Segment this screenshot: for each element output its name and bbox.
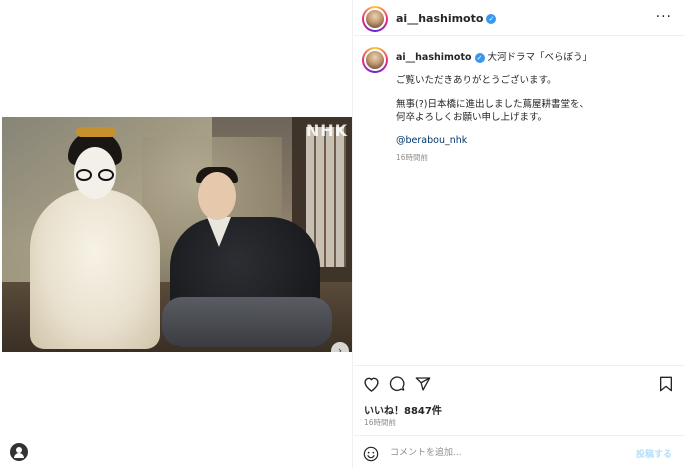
post-caption: ai__hashimoto ✓ 大河ドラマ「べらぼう」 ご覧いただきありがとうござい… — [396, 51, 676, 162]
post-header: ai__hashimoto ✓ ··· — [354, 0, 684, 36]
emoji-icon[interactable] — [363, 446, 379, 462]
caption-line: ご覧いただきありがとうございます。 — [396, 75, 557, 86]
bookmark-icon[interactable] — [659, 376, 673, 392]
post-sidebar: ai__hashimoto ✓ ··· ai__hashimoto ✓ 大河ドラマ「べ… — [354, 0, 684, 468]
post-actions: いいね！8847件 16時間前 投稿する — [354, 365, 684, 468]
comment-bar: 投稿する — [354, 435, 684, 468]
post-photo[interactable]: NHK › — [2, 117, 352, 352]
comment-icon[interactable] — [389, 376, 405, 392]
author-username[interactable]: ai__hashimoto ✓ — [396, 12, 497, 25]
post-timestamp: 16時間前 — [364, 418, 397, 427]
nhk-watermark: NHK — [305, 121, 348, 140]
groom-hakama — [162, 297, 332, 347]
caption-username[interactable]: ai__hashimoto ✓ — [396, 52, 485, 63]
user-icon[interactable] — [10, 443, 28, 461]
caption-title: 大河ドラマ「べらぼう」 — [487, 52, 593, 63]
author-avatar[interactable] — [362, 6, 388, 32]
bride-figure — [30, 189, 160, 349]
caption-mention-link[interactable]: @berabou_nhk — [396, 134, 467, 148]
hair-ornament — [76, 127, 116, 137]
more-icon[interactable]: ··· — [656, 10, 672, 24]
like-count[interactable]: いいね！8847件 — [364, 402, 442, 417]
verified-badge-icon: ✓ — [474, 52, 485, 63]
caption-timestamp: 16時間前 — [396, 153, 429, 162]
comment-input[interactable] — [390, 445, 630, 461]
post-comment-button[interactable]: 投稿する — [636, 447, 672, 460]
caption-author-avatar[interactable] — [362, 47, 388, 73]
glasses — [76, 169, 114, 181]
heart-icon[interactable] — [363, 376, 380, 392]
caption-line: 無事(?)日本橋に進出しました蔦屋耕書堂を、 — [396, 99, 589, 110]
groom-face — [198, 172, 236, 220]
share-icon[interactable] — [415, 376, 431, 392]
media-column: NHK › — [0, 0, 353, 468]
verified-badge-icon: ✓ — [486, 14, 497, 24]
caption-line: 何卒よろしくお願い申し上げます。 — [396, 112, 548, 123]
